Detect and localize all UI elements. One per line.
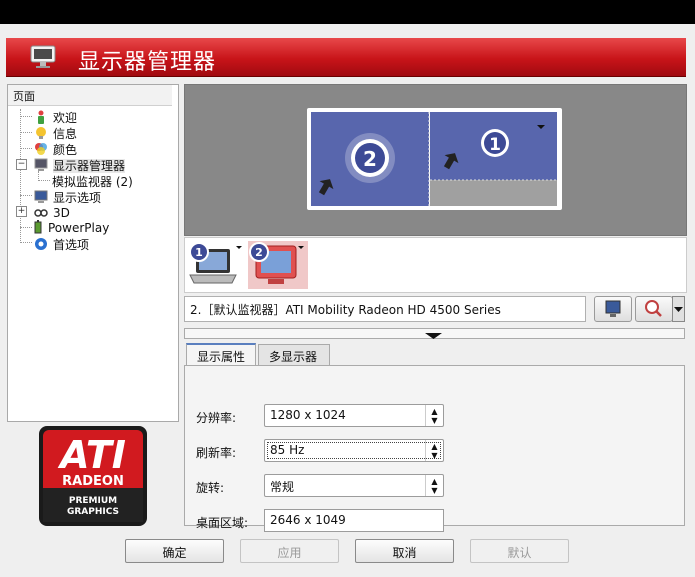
battery-icon [34,220,43,234]
crt-monitor-2[interactable]: 2 [248,241,308,289]
monitor-icon [34,158,48,172]
collapse-bar[interactable] [184,328,685,339]
cancel-button[interactable]: 取消 [355,539,454,563]
svg-text:RADEON: RADEON [62,474,124,489]
color-wheel-icon [34,142,48,156]
display-arrangement-area[interactable]: 2 1 [184,84,687,236]
refresh-rate-value: 85 Hz [270,443,305,457]
resolution-select[interactable]: 1280 x 1024 ▲ ▼ [264,404,444,427]
3d-glasses-icon [34,205,48,219]
tree-item-color[interactable]: 颜色 [34,141,77,157]
tree-item-info[interactable]: 信息 [34,125,77,141]
rotation-select[interactable]: 常规 ▲ ▼ [264,474,444,497]
svg-text:2: 2 [363,147,377,171]
tree-item-preferences[interactable]: 首选项 [34,236,89,252]
svg-text:1: 1 [489,135,501,155]
tabs-area: 显示属性 多显示器 分辨率: 1280 x 1024 ▲ ▼ 刷新率: 85 Hz… [184,343,685,532]
monitor-settings-icon [605,300,621,317]
monitor-properties-button[interactable] [594,296,632,322]
tree-item-display-options[interactable]: 显示选项 [34,189,101,205]
refresh-rate-select[interactable]: 85 Hz ▲ ▼ [264,439,444,462]
tree-item-analog-monitor[interactable]: 模拟监视器 (2) [52,173,133,189]
refresh-rate-label: 刷新率: [196,446,237,460]
tree-item-label: 模拟监视器 (2) [52,175,133,189]
svg-text:PREMIUM: PREMIUM [69,496,117,506]
ok-button[interactable]: 确定 [125,539,224,563]
default-button[interactable]: 默认 [470,539,569,563]
device-select[interactable]: 2.［默认监视器］ATI Mobility Radeon HD 4500 Ser… [184,296,586,322]
tree-item-label: 显示选项 [53,191,102,205]
chevron-down-icon [425,333,442,339]
resolution-value: 1280 x 1024 [270,408,346,422]
tree-line [38,180,50,181]
tree-line [20,242,32,243]
expand-3d-toggle[interactable]: + [16,206,27,217]
tree-item-welcome[interactable]: 欢迎 [34,109,77,125]
preferences-icon [34,237,48,251]
tab-display-properties[interactable]: 显示属性 [186,343,256,366]
svg-text:GRAPHICS: GRAPHICS [67,507,119,517]
svg-text:ATI: ATI [57,433,126,477]
tree-header: 页面 [8,85,172,106]
svg-text:2: 2 [255,246,263,259]
tree-line [20,132,32,133]
tree-line [20,227,32,228]
monitor-2-tile[interactable]: 2 [311,112,429,206]
collapse-display-manager-toggle[interactable]: − [16,159,27,170]
monitor-strip: 1 2 [184,237,687,293]
up-down-arrows-icon: ▲ ▼ [425,475,443,496]
device-menu-arrow-button[interactable] [672,296,685,322]
desktop-area-label: 桌面区域: [196,516,249,530]
tree-item-display-manager[interactable]: 显示器管理器 [34,157,126,173]
rotation-label: 旋转: [196,481,225,495]
chevron-down-icon [674,307,683,312]
tree-header-label: 页面 [13,90,35,103]
up-down-arrows-icon: ▲ ▼ [425,405,443,426]
magnifier-icon [645,300,662,317]
svg-text:1: 1 [195,246,203,259]
tree-item-label: PowerPlay [48,221,110,235]
tree-item-3d[interactable]: 3D [34,205,70,221]
resolution-label: 分辨率: [196,411,237,425]
ati-radeon-logo: ATI RADEON PREMIUM GRAPHICS [39,426,147,526]
desktop-area-field[interactable]: 2646 x 1049 [264,509,444,532]
monitor-title-icon [28,44,58,70]
tree-line [20,195,32,196]
tree-item-label: 3D [53,206,70,220]
up-down-arrows-icon: ▲ ▼ [425,440,443,461]
apply-button[interactable]: 应用 [240,539,339,563]
tree-item-label: 信息 [53,127,78,141]
tree-item-label: 显示器管理器 [53,159,126,173]
identify-monitor-button[interactable] [635,296,673,322]
display-properties-panel: 分辨率: 1280 x 1024 ▲ ▼ 刷新率: 85 Hz ▲ ▼ 旋转: 常规… [184,365,685,532]
tree-item-label: 欢迎 [53,111,78,125]
person-icon [34,110,48,124]
laptop-monitor-1[interactable]: 1 [188,241,246,289]
page-tree: 页面 − + 欢迎 信息 颜色 显示器管理器 模拟监视器 (2) 显示选项 3D… [7,84,179,422]
title-bar: 显示器管理器 [6,38,686,77]
tree-line [20,116,32,117]
window-title: 显示器管理器 [78,50,217,75]
monitor-1-tile[interactable]: 1 [430,112,557,206]
tree-item-label: 颜色 [53,143,78,157]
tree-item-label: 首选项 [53,238,90,252]
tree-item-powerplay[interactable]: PowerPlay [34,220,109,236]
info-bulb-icon [34,126,48,140]
display-manager-window: 显示器管理器 页面 − + 欢迎 信息 颜色 显示器管理器 模拟监视器 (2) [0,24,695,577]
display-options-icon [34,190,48,204]
tab-multi-display[interactable]: 多显示器 [258,344,330,365]
rotation-value: 常规 [270,480,295,494]
tree-line [20,148,32,149]
tree-line [20,109,21,243]
